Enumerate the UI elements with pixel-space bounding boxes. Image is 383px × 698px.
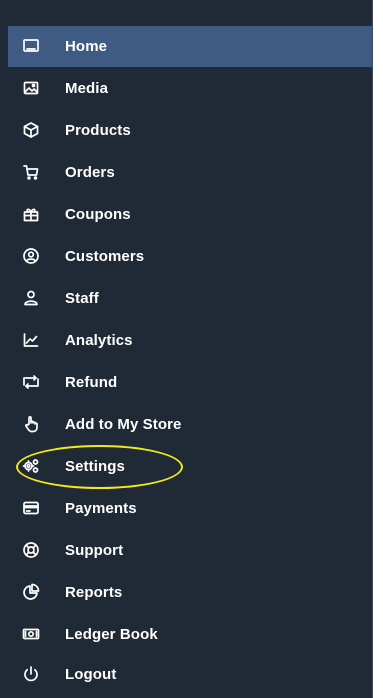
monitor-icon [22,37,40,55]
gift-icon [22,205,40,223]
sidebar-item-label: Add to My Store [65,416,182,433]
sidebar-item-label: Ledger Book [65,626,158,643]
sidebar-item-label: Refund [65,374,118,391]
sidebar-nav: Home Media Products Orders Coupons Custo… [0,0,373,698]
sidebar-item-logout[interactable]: Logout [8,654,372,695]
image-icon [22,79,40,97]
chart-icon [22,331,40,349]
sidebar-item-label: Analytics [65,332,133,349]
refund-icon [22,373,40,391]
lifebuoy-icon [22,541,40,559]
sidebar-item-settings[interactable]: Settings [8,446,372,487]
sidebar-item-label: Products [65,122,131,139]
sidebar-item-label: Settings [65,458,125,475]
sidebar-item-payments[interactable]: Payments [8,488,372,529]
sidebar-item-home[interactable]: Home [8,26,372,67]
sidebar-item-support[interactable]: Support [8,530,372,571]
sidebar-item-customers[interactable]: Customers [8,236,372,277]
card-icon [22,499,40,517]
user-circle-icon [22,247,40,265]
sidebar-item-products[interactable]: Products [8,110,372,151]
sidebar-item-orders[interactable]: Orders [8,152,372,193]
sidebar-item-label: Logout [65,666,117,683]
sidebar-item-add-to-my-store[interactable]: Add to My Store [8,404,372,445]
sidebar-item-label: Media [65,80,109,97]
pie-chart-icon [22,583,40,601]
sidebar-item-label: Home [65,38,108,55]
sidebar-item-label: Orders [65,164,115,181]
sidebar-item-label: Reports [65,584,123,601]
user-icon [22,289,40,307]
cart-icon [22,163,40,181]
sidebar-item-ledger-book[interactable]: Ledger Book [8,614,372,655]
gears-icon [22,457,40,475]
hand-pointer-icon [22,415,40,433]
money-icon [22,625,40,643]
power-icon [22,665,40,683]
sidebar-item-label: Customers [65,248,145,265]
sidebar-item-label: Staff [65,290,99,307]
sidebar-item-staff[interactable]: Staff [8,278,372,319]
sidebar-item-reports[interactable]: Reports [8,572,372,613]
sidebar-item-coupons[interactable]: Coupons [8,194,372,235]
sidebar-item-label: Support [65,542,124,559]
sidebar-item-analytics[interactable]: Analytics [8,320,372,361]
box-icon [22,121,40,139]
sidebar-item-refund[interactable]: Refund [8,362,372,403]
sidebar-item-label: Coupons [65,206,131,223]
sidebar-item-media[interactable]: Media [8,68,372,109]
sidebar-item-label: Payments [65,500,137,517]
